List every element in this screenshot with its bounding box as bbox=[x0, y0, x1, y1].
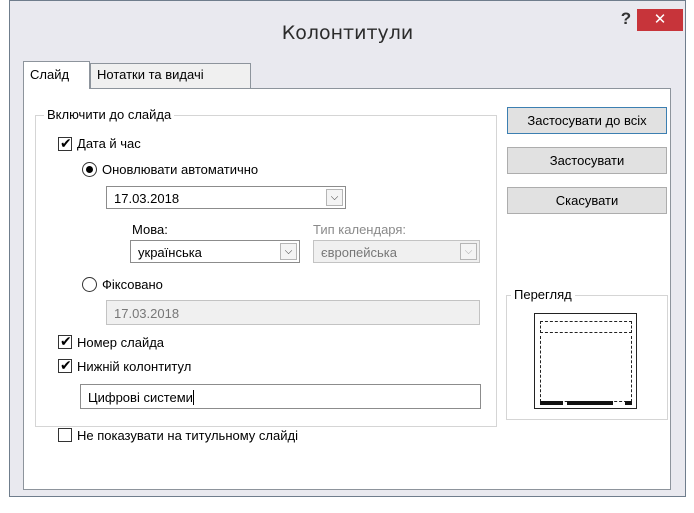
slide-number-checkbox[interactable]: ✔ bbox=[58, 333, 72, 349]
fixed-radio[interactable] bbox=[82, 277, 97, 292]
preview-date-placeholder bbox=[540, 401, 563, 405]
chevron-down-icon: ⌵ bbox=[460, 243, 477, 260]
title-bar[interactable]: Колонтитули ? ✕ bbox=[10, 1, 685, 52]
apply-button[interactable]: Застосувати bbox=[507, 147, 667, 174]
radio-dot bbox=[86, 166, 93, 173]
footer-label: Нижній колонтитул bbox=[77, 359, 192, 374]
include-group-label: Включити до слайда bbox=[44, 107, 175, 122]
slide-number-label: Номер слайда bbox=[77, 335, 165, 350]
cancel-button[interactable]: Скасувати bbox=[507, 187, 667, 214]
tab-notes-label: Нотатки та видачі bbox=[97, 67, 204, 82]
preview-footer-placeholder bbox=[567, 401, 613, 405]
update-automatically-radio[interactable] bbox=[82, 162, 97, 177]
preview-group: Перегляд bbox=[506, 287, 668, 420]
calendar-type-label: Тип календаря: bbox=[313, 222, 407, 237]
chevron-down-icon[interactable]: ⌵ bbox=[326, 189, 343, 206]
update-automatically-label: Оновлювати автоматично bbox=[102, 162, 259, 177]
question-mark-icon: ? bbox=[620, 9, 632, 28]
close-icon: ✕ bbox=[653, 11, 667, 28]
preview-header-area bbox=[540, 321, 632, 333]
date-format-value: 17.03.2018 bbox=[114, 191, 180, 206]
apply-label: Застосувати bbox=[549, 153, 625, 168]
date-time-label: Дата й час bbox=[77, 136, 141, 151]
language-value: українська bbox=[138, 245, 202, 260]
close-button[interactable]: ✕ bbox=[637, 9, 683, 31]
footer-checkbox[interactable]: ✔ bbox=[58, 357, 72, 373]
language-label: Мова: bbox=[132, 222, 168, 237]
footer-text: Цифрові системи bbox=[88, 390, 193, 405]
language-dropdown[interactable]: українська ⌵ bbox=[130, 240, 300, 263]
date-format-dropdown[interactable]: 17.03.2018 ⌵ bbox=[106, 186, 346, 209]
tab-slide[interactable]: Слайд bbox=[23, 61, 90, 89]
apply-to-all-label: Застосувати до всіх bbox=[527, 113, 647, 128]
date-time-label-rest: ата й час bbox=[85, 136, 141, 151]
checkmark-icon: ✔ bbox=[60, 333, 72, 349]
fixed-label: Фіксовано bbox=[102, 277, 163, 292]
preview-number-placeholder bbox=[625, 401, 632, 405]
calendar-type-dropdown: європейська ⌵ bbox=[313, 240, 480, 263]
date-time-checkbox[interactable]: ✔ bbox=[58, 135, 72, 151]
help-button[interactable]: ? bbox=[615, 9, 637, 33]
tab-panel: Включити до слайда ✔ Дата й час Оновлюва… bbox=[23, 88, 671, 490]
dont-show-title-checkbox[interactable] bbox=[58, 428, 72, 442]
checkmark-icon: ✔ bbox=[60, 357, 72, 373]
tab-slide-label: Слайд bbox=[30, 67, 70, 82]
preview-body-area bbox=[540, 336, 632, 402]
dialog-title: Колонтитули bbox=[281, 22, 414, 44]
dont-show-title-label: Не показувати на титульному слайді bbox=[77, 428, 298, 443]
preview-label: Перегляд bbox=[511, 287, 575, 302]
chevron-down-icon[interactable]: ⌵ bbox=[280, 243, 297, 260]
cancel-label: Скасувати bbox=[555, 193, 619, 208]
fixed-date-value: 17.03.2018 bbox=[114, 306, 180, 321]
text-caret bbox=[192, 390, 194, 405]
apply-to-all-button[interactable]: Застосувати до всіх bbox=[507, 107, 667, 134]
tab-notes-handouts[interactable]: Нотатки та видачі bbox=[90, 63, 251, 89]
fixed-date-input: 17.03.2018 bbox=[106, 300, 480, 325]
calendar-type-value: європейська bbox=[321, 245, 398, 260]
footer-text-value: Цифрові системи bbox=[88, 390, 194, 405]
preview-thumbnail bbox=[534, 313, 637, 409]
footer-text-input[interactable]: Цифрові системи bbox=[80, 384, 481, 409]
checkmark-icon: ✔ bbox=[60, 135, 72, 151]
